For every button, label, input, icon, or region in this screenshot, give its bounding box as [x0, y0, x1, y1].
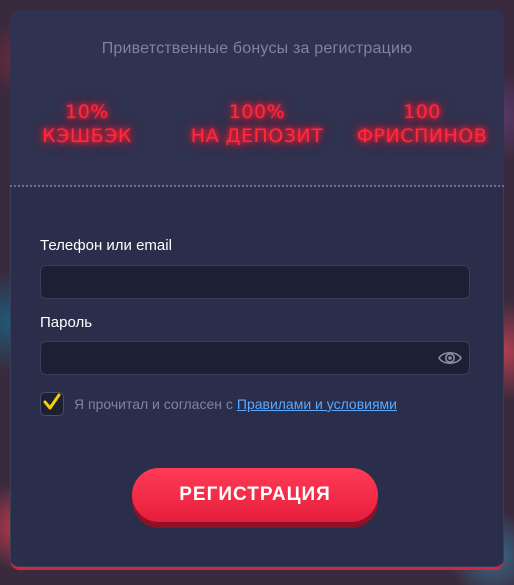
registration-modal: Приветственные бонусы за регистрацию 10%…: [10, 10, 504, 570]
registration-form: Телефон или email Пароль Я прочитал и со…: [10, 189, 504, 567]
register-button-wrap: РЕГИСТРАЦИЯ: [132, 468, 378, 528]
bonus-cashback-label: КЭШБЭК: [42, 125, 132, 147]
bonus-subtitle: Приветственные бонусы за регистрацию: [101, 40, 413, 57]
password-label: Пароль: [40, 314, 93, 331]
show-password-eye-icon[interactable]: [438, 348, 462, 368]
bonus-deposit-label: НА ДЕПОЗИТ: [190, 125, 324, 147]
password-input[interactable]: [40, 341, 470, 375]
terms-checkbox[interactable]: [40, 392, 64, 416]
bonus-cashback-value: 10%: [65, 101, 109, 123]
terms-link[interactable]: Правилами и условиями: [237, 396, 397, 412]
phone-email-label: Телефон или email: [40, 237, 172, 254]
terms-text: Я прочитал и согласен с: [74, 396, 233, 412]
bonus-freespins-value: 100: [403, 101, 441, 123]
bonus-section: Приветственные бонусы за регистрацию 10%…: [10, 10, 504, 187]
bonus-cashback: 10% КЭШБЭК: [10, 100, 164, 148]
bonus-deposit: 100% НА ДЕПОЗИТ: [176, 100, 338, 148]
checkmark-icon: [43, 393, 61, 416]
terms-agreement: Я прочитал и согласен с Правилами и усло…: [40, 392, 397, 416]
bonus-freespins: 100 ФРИСПИНОВ: [340, 100, 504, 148]
bonus-freespins-label: ФРИСПИНОВ: [356, 125, 488, 147]
phone-email-input[interactable]: [40, 265, 470, 299]
register-button[interactable]: РЕГИСТРАЦИЯ: [132, 468, 378, 522]
bonus-deposit-value: 100%: [228, 101, 286, 123]
